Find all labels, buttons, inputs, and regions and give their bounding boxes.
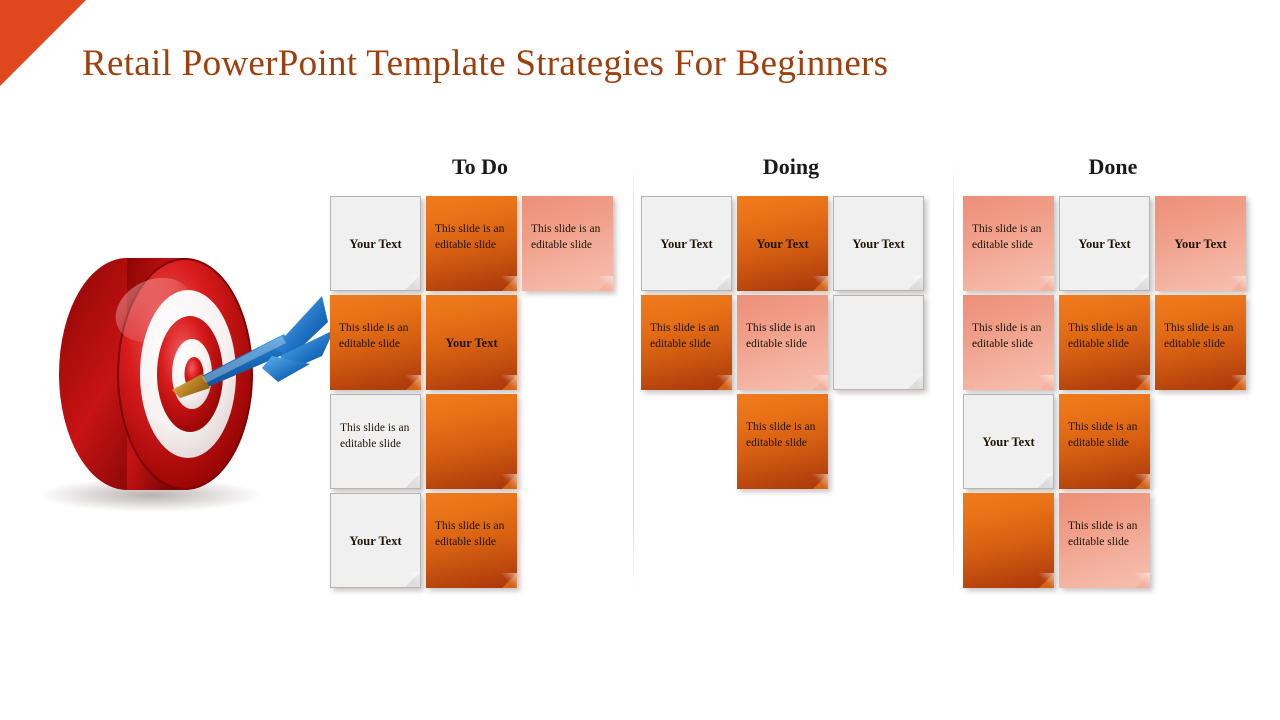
sticky-note-text: This slide is an editable slide xyxy=(339,322,409,350)
note-fold-corner-icon xyxy=(1135,474,1150,489)
note-fold-corner-icon xyxy=(813,474,828,489)
note-fold-corner-icon xyxy=(502,276,517,291)
note-fold-corner-icon xyxy=(908,275,923,290)
column-title-done: Done xyxy=(1088,154,1138,179)
note-fold-corner-icon xyxy=(502,474,517,489)
note-empty-slot xyxy=(1155,493,1246,588)
sticky-note[interactable]: This slide is an editable slide xyxy=(641,295,732,390)
note-empty-slot xyxy=(833,394,924,489)
note-empty-slot xyxy=(522,493,613,588)
sticky-note[interactable]: This slide is an editable slide xyxy=(737,394,828,489)
sticky-note-text: This slide is an editable slide xyxy=(746,421,816,449)
corner-accent-triangle xyxy=(0,0,86,86)
sticky-note-text: This slide is an editable slide xyxy=(340,422,410,450)
sticky-note-text: This slide is an editable slide xyxy=(1068,421,1138,449)
note-fold-corner-icon xyxy=(717,375,732,390)
sticky-note-text: This slide is an editable slide xyxy=(972,322,1042,350)
sticky-note[interactable]: This slide is an editable slide xyxy=(963,295,1054,390)
sticky-note[interactable]: Your Text xyxy=(1059,196,1150,291)
sticky-note-text: This slide is an editable slide xyxy=(1164,322,1234,350)
sticky-note-text: This slide is an editable slide xyxy=(435,223,505,251)
note-fold-corner-icon xyxy=(405,572,420,587)
note-fold-corner-icon xyxy=(1039,375,1054,390)
sticky-note[interactable]: This slide is an editable slide xyxy=(737,295,828,390)
note-row: This slide is an editable slide xyxy=(330,394,630,489)
note-row: Your Text Your Text Your Text xyxy=(641,196,941,291)
note-row: This slide is an editable slide This slid… xyxy=(963,295,1263,390)
sticky-note-text: This slide is an editable slide xyxy=(650,322,720,350)
note-empty-slot xyxy=(522,295,613,390)
note-empty-slot xyxy=(641,394,732,489)
sticky-note[interactable] xyxy=(833,295,924,390)
sticky-note[interactable]: Your Text xyxy=(963,394,1054,489)
sticky-note[interactable]: Your Text xyxy=(330,196,421,291)
note-row: This slide is an editable slide This slid… xyxy=(641,295,941,390)
note-row: Your Text This slide is an editable slide xyxy=(963,394,1263,489)
sticky-note[interactable]: This slide is an editable slide xyxy=(426,196,517,291)
note-fold-corner-icon xyxy=(405,275,420,290)
kanban-column-todo: To Do Your Text This slide is an editable… xyxy=(330,150,630,592)
sticky-note[interactable]: Your Text xyxy=(641,196,732,291)
note-empty-slot xyxy=(522,394,613,489)
note-row: Your Text This slide is an editable slide xyxy=(330,493,630,588)
sticky-note[interactable]: Your Text xyxy=(330,493,421,588)
note-fold-corner-icon xyxy=(813,375,828,390)
note-fold-corner-icon xyxy=(1039,276,1054,291)
note-fold-corner-icon xyxy=(1231,375,1246,390)
sticky-note[interactable]: This slide is an editable slide xyxy=(1059,295,1150,390)
note-grid-doing: Your Text Your Text Your Text This slide is… xyxy=(641,196,941,489)
kanban-board: To Do Your Text This slide is an editable… xyxy=(330,150,1265,610)
kanban-column-done: Done This slide is an editable slide Your… xyxy=(963,150,1263,592)
note-row: This slide is an editable slide xyxy=(641,394,941,489)
sticky-note[interactable]: Your Text xyxy=(426,295,517,390)
column-title-doing: Doing xyxy=(762,154,820,179)
note-row: This slide is an editable slide Your Text xyxy=(330,295,630,390)
note-row: Your Text This slide is an editable slide… xyxy=(330,196,630,291)
sticky-note-text: This slide is an editable slide xyxy=(1068,520,1138,548)
note-grid-todo: Your Text This slide is an editable slide… xyxy=(330,196,630,588)
sticky-note[interactable]: This slide is an editable slide xyxy=(330,394,421,489)
column-divider xyxy=(633,160,634,595)
sticky-note[interactable]: This slide is an editable slide xyxy=(330,295,421,390)
note-fold-corner-icon xyxy=(598,276,613,291)
sticky-note[interactable]: Your Text xyxy=(737,196,828,291)
sticky-note-text: This slide is an editable slide xyxy=(435,520,505,548)
kanban-column-doing: Doing Your Text Your Text Your Text This sl… xyxy=(641,150,941,493)
sticky-note[interactable]: Your Text xyxy=(1155,196,1246,291)
note-fold-corner-icon xyxy=(1135,573,1150,588)
note-fold-corner-icon xyxy=(1134,275,1149,290)
sticky-note-text: This slide is an editable slide xyxy=(746,322,816,350)
note-fold-corner-icon xyxy=(908,374,923,389)
note-grid-done: This slide is an editable slide Your Text… xyxy=(963,196,1263,588)
note-fold-corner-icon xyxy=(1038,473,1053,488)
sticky-note[interactable] xyxy=(426,394,517,489)
note-fold-corner-icon xyxy=(813,276,828,291)
sticky-note[interactable] xyxy=(963,493,1054,588)
note-fold-corner-icon xyxy=(502,573,517,588)
note-fold-corner-icon xyxy=(716,275,731,290)
sticky-note[interactable]: This slide is an editable slide xyxy=(1059,394,1150,489)
note-empty-slot xyxy=(1155,394,1246,489)
sticky-note[interactable]: Your Text xyxy=(833,196,924,291)
sticky-note-text: This slide is an editable slide xyxy=(972,223,1042,251)
note-fold-corner-icon xyxy=(502,375,517,390)
sticky-note[interactable]: This slide is an editable slide xyxy=(522,196,613,291)
note-fold-corner-icon xyxy=(406,375,421,390)
sticky-note-text: This slide is an editable slide xyxy=(1068,322,1138,350)
sticky-note-text: This slide is an editable slide xyxy=(531,223,601,251)
sticky-note[interactable]: This slide is an editable slide xyxy=(963,196,1054,291)
page-title: Retail PowerPoint Template Strategies Fo… xyxy=(82,43,889,84)
sticky-note[interactable]: This slide is an editable slide xyxy=(1155,295,1246,390)
dartboard-illustration xyxy=(22,252,342,512)
note-row: This slide is an editable slide xyxy=(963,493,1263,588)
note-fold-corner-icon xyxy=(1135,375,1150,390)
sticky-note[interactable]: This slide is an editable slide xyxy=(426,493,517,588)
note-fold-corner-icon xyxy=(405,473,420,488)
note-fold-corner-icon xyxy=(1231,276,1246,291)
sticky-note[interactable]: This slide is an editable slide xyxy=(1059,493,1150,588)
column-title-todo: To Do xyxy=(451,154,509,179)
note-fold-corner-icon xyxy=(1039,573,1054,588)
column-divider xyxy=(953,160,954,595)
note-row: This slide is an editable slide Your Text… xyxy=(963,196,1263,291)
